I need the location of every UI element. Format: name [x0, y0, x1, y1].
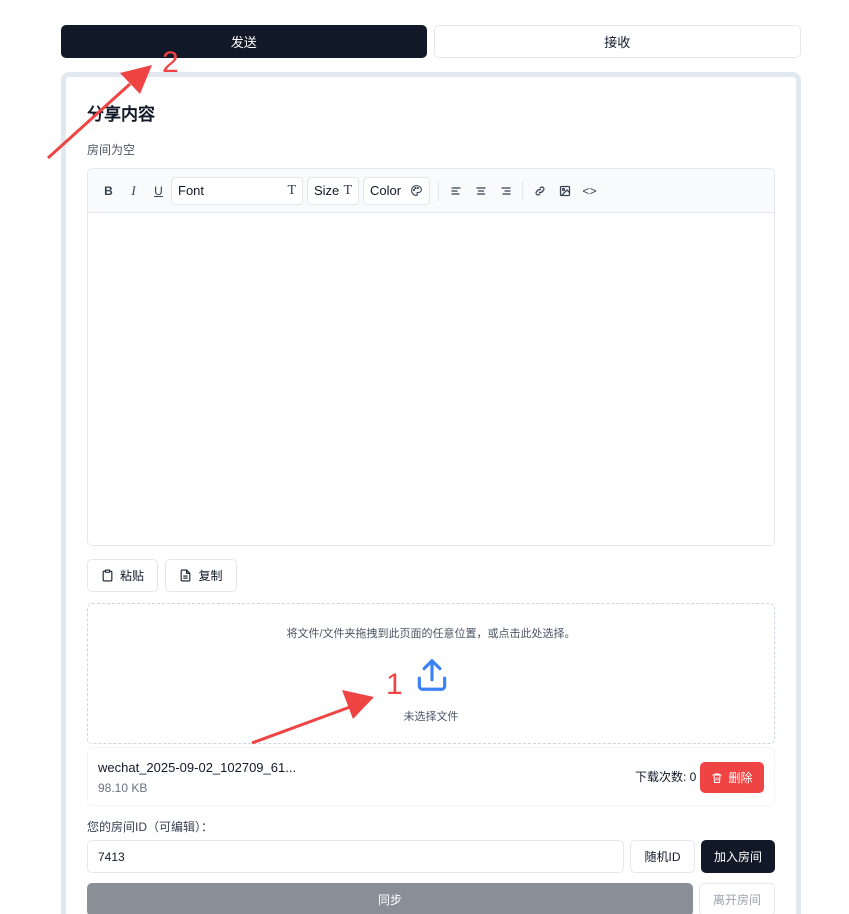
tab-receive[interactable]: 接收 [433, 25, 801, 58]
sync-button[interactable]: 同步 [87, 883, 693, 914]
paste-label: 粘贴 [119, 569, 144, 583]
file-text-icon [181, 569, 191, 582]
editor-content-area[interactable] [88, 213, 774, 545]
align-right-button[interactable] [493, 178, 518, 203]
image-icon [559, 185, 570, 196]
align-right-icon [501, 186, 510, 195]
toolbar-divider [438, 180, 439, 201]
paste-button[interactable]: 粘贴 [87, 559, 158, 592]
size-select-label: Size [314, 183, 340, 198]
color-select-label: Color [370, 183, 402, 198]
align-center-button[interactable] [468, 178, 493, 203]
code-button[interactable]: <> [577, 178, 602, 203]
font-select-label: Font [178, 183, 205, 198]
random-id-button[interactable]: 随机ID [630, 840, 695, 873]
type-icon: T [287, 182, 296, 198]
annotation-number-2: 2 [162, 46, 179, 79]
rich-text-editor: B I U Font T Size T Color <> [87, 168, 775, 546]
tab-send[interactable]: 发送 [61, 25, 427, 58]
room-id-input[interactable] [87, 840, 624, 873]
copy-label: 复制 [198, 569, 223, 583]
align-center-icon [476, 186, 485, 195]
link-button[interactable] [527, 178, 552, 203]
italic-button[interactable]: I [121, 178, 146, 203]
delete-label: 删除 [728, 771, 753, 785]
download-count: 下载次数: 0 [635, 770, 697, 784]
panel-title: 分享内容 [87, 105, 155, 124]
file-dropzone[interactable]: 将文件/文件夹拖拽到此页面的任意位置，或点击此处选择。 未选择文件 [87, 603, 775, 744]
toolbar-divider [522, 180, 523, 201]
join-room-button[interactable]: 加入房间 [701, 840, 775, 873]
file-list-item: wechat_2025-09-02_102709_61... 98.10 KB … [87, 747, 775, 806]
align-left-button[interactable] [443, 178, 468, 203]
leave-room-button[interactable]: 离开房间 [699, 883, 775, 914]
type-icon: T [343, 182, 352, 198]
trash-icon [712, 773, 722, 783]
room-id-label: 您的房间ID（可编辑）： [87, 820, 214, 834]
room-status-text: 房间为空 [87, 143, 136, 157]
dropzone-status: 未选择文件 [403, 711, 459, 723]
upload-icon [417, 659, 447, 691]
font-select[interactable]: Font T [171, 176, 303, 205]
image-button[interactable] [552, 178, 577, 203]
color-select[interactable]: Color [363, 176, 430, 205]
align-left-icon [451, 186, 460, 195]
link-icon [535, 186, 544, 195]
palette-icon [411, 185, 422, 196]
size-select[interactable]: Size T [307, 176, 359, 205]
delete-button[interactable]: 删除 [700, 762, 764, 793]
copy-button[interactable]: 复制 [165, 559, 237, 592]
editor-toolbar: B I U Font T Size T Color <> [88, 169, 774, 213]
clipboard-icon [102, 569, 113, 582]
file-size: 98.10 KB [98, 781, 148, 795]
dropzone-hint: 将文件/文件夹拖拽到此页面的任意位置，或点击此处选择。 [286, 628, 576, 640]
bold-button[interactable]: B [96, 178, 121, 203]
underline-button[interactable]: U [146, 178, 171, 203]
annotation-number-1: 1 [386, 668, 403, 701]
file-name: wechat_2025-09-02_102709_61... [98, 760, 297, 775]
